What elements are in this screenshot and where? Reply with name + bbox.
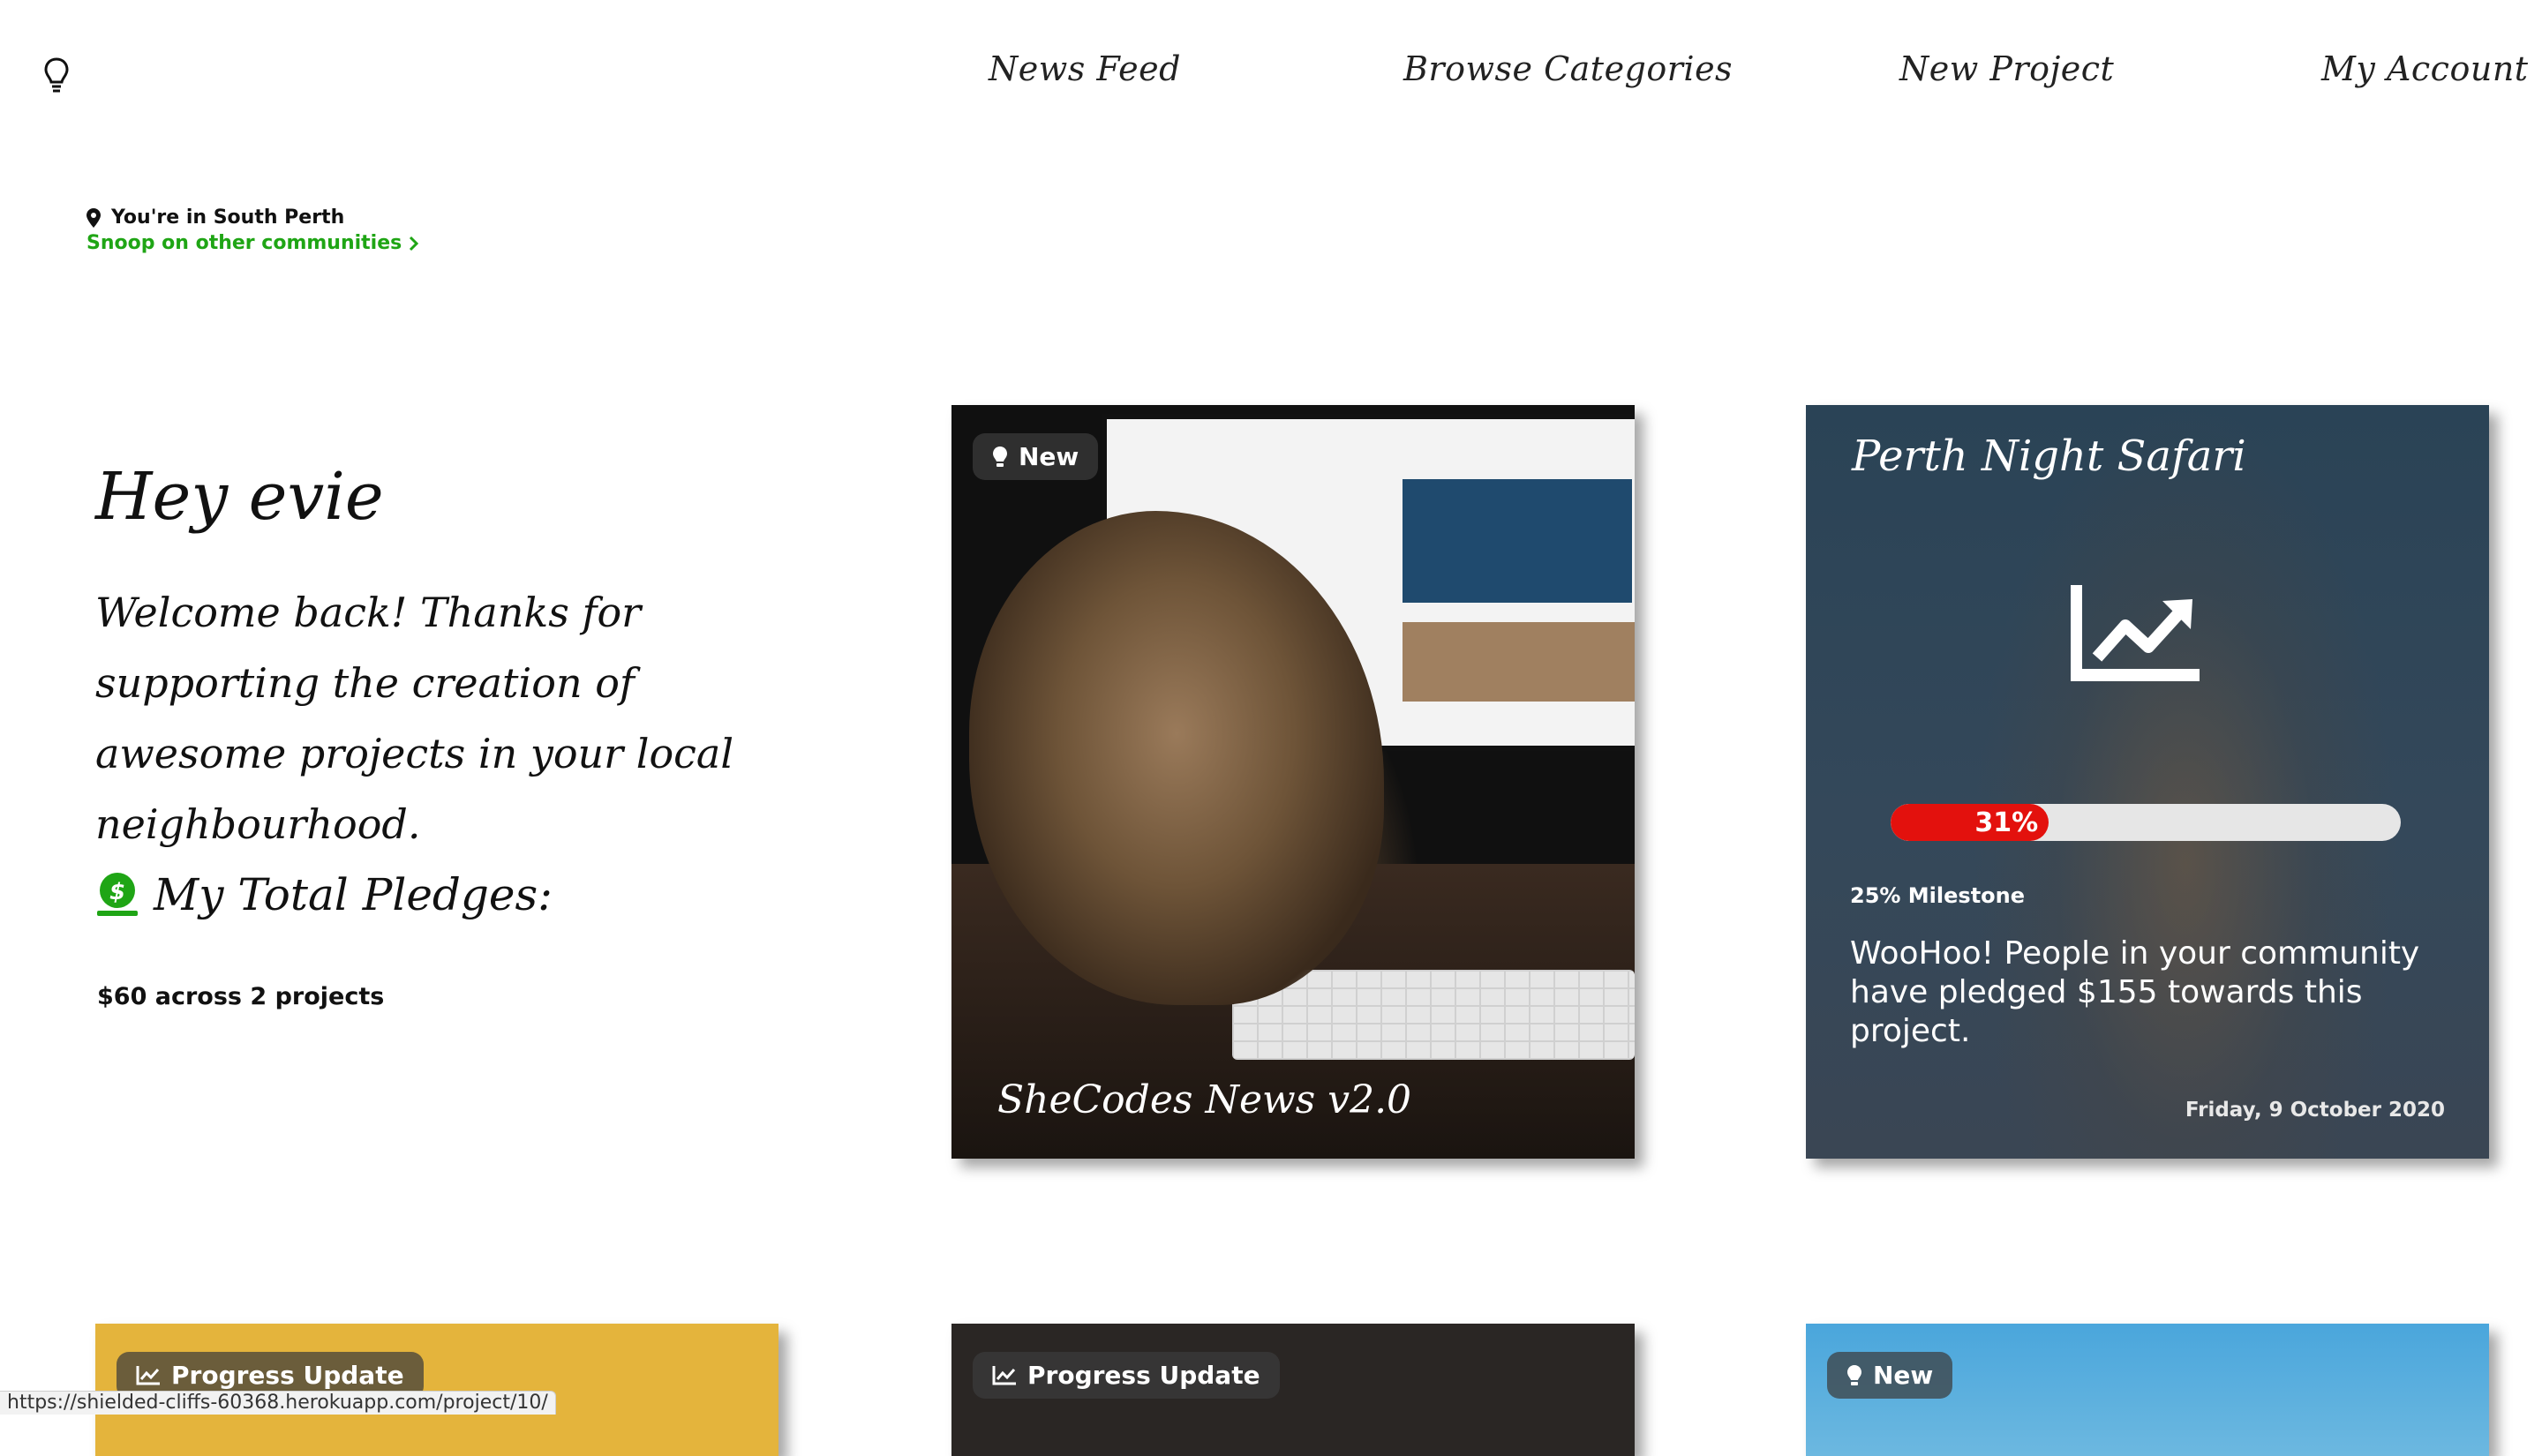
badge-label: Progress Update [171, 1361, 404, 1390]
progress-label: 31% [1974, 807, 2039, 838]
chart-line-icon [2071, 585, 2200, 681]
chart-line-icon [992, 1365, 1016, 1385]
milestone-date: Friday, 9 October 2020 [2185, 1099, 2445, 1122]
funding-progress-fill: 31% [1891, 804, 2049, 841]
lightbulb-icon [1847, 1364, 1861, 1385]
svg-text:$: $ [109, 879, 125, 905]
map-pin-icon [86, 207, 101, 228]
location-block: You're in South Perth Snoop on other com… [86, 206, 419, 254]
project-card-new-2[interactable]: New [1806, 1324, 2489, 1456]
milestone-label: 25% Milestone [1850, 883, 2026, 908]
milestone-message: WooHoo! People in your community have pl… [1850, 935, 2420, 1049]
nav-new-project[interactable]: New Project [1899, 49, 2114, 88]
snoop-communities-link[interactable]: Snoop on other communities [86, 232, 419, 254]
project-card-shecodes[interactable]: New SheCodes News v2.0 [951, 405, 1635, 1159]
greeting: Hey evie Welcome back! Thanks for suppor… [95, 459, 801, 859]
nav-news-feed[interactable]: News Feed [989, 49, 1181, 88]
project-card-perth-night-safari[interactable]: Perth Night Safari 31% 25% Milestone Woo… [1806, 405, 2489, 1159]
badge-label: New [1873, 1361, 1934, 1390]
badge-label: Progress Update [1027, 1361, 1260, 1390]
funding-progress-bar: 31% [1891, 804, 2401, 841]
snoop-link-label[interactable]: Snoop on other communities [86, 232, 402, 254]
badge-new: New [1827, 1352, 1953, 1399]
card-title[interactable]: SheCodes News v2.0 [997, 1077, 1411, 1122]
nav-browse-categories[interactable]: Browse Categories [1403, 49, 1733, 88]
pledges-heading-text: My Total Pledges: [154, 869, 553, 920]
pledges-heading: $ My Total Pledges: [95, 869, 553, 920]
nav-my-account[interactable]: My Account [2321, 49, 2529, 88]
status-bar-url: https://shielded-cliffs-60368.herokuapp.… [0, 1391, 556, 1415]
greeting-title: Hey evie [95, 459, 384, 535]
project-card-progress-1[interactable]: Progress Update [95, 1324, 778, 1456]
badge-progress-update: Progress Update [973, 1352, 1280, 1399]
welcome-message: Welcome back! Thanks for supporting the … [95, 589, 734, 848]
badge-new: New [973, 433, 1099, 480]
badge-label: New [1019, 442, 1079, 471]
lightbulb-icon[interactable] [42, 56, 71, 95]
chart-line-icon [136, 1365, 160, 1385]
card-title[interactable]: Perth Night Safari [1852, 432, 2246, 481]
chevron-right-icon [410, 236, 419, 251]
pledges-value: $60 across 2 projects [97, 983, 385, 1010]
current-location: You're in South Perth [111, 206, 345, 229]
project-card-progress-2[interactable]: Progress Update [951, 1324, 1635, 1456]
lightbulb-icon [993, 446, 1007, 467]
money-icon: $ [97, 873, 138, 916]
